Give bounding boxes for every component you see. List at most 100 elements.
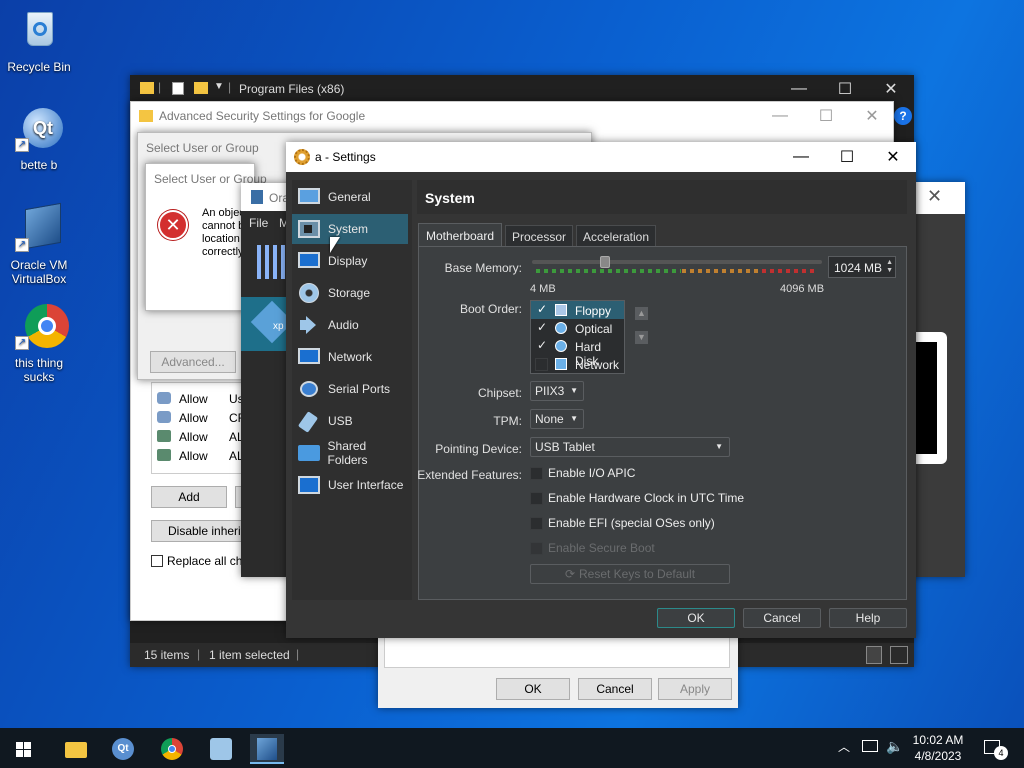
boot-checkbox[interactable] bbox=[535, 358, 548, 371]
status-item-count: 15 items bbox=[144, 648, 190, 662]
menu-file[interactable]: File bbox=[249, 216, 268, 230]
tab-acceleration[interactable]: Acceleration bbox=[576, 225, 656, 247]
nav-general[interactable]: General bbox=[292, 182, 408, 212]
close-button[interactable]: ✕ bbox=[870, 143, 916, 171]
taskbar-chrome[interactable] bbox=[155, 734, 189, 764]
tab-label: Acceleration bbox=[582, 229, 650, 244]
tools-icon[interactable] bbox=[257, 245, 285, 279]
nav-serial-ports[interactable]: Serial Ports bbox=[292, 374, 408, 404]
desktop-icon-chrome[interactable]: ↗ this thing sucks bbox=[4, 304, 74, 384]
desktop-icon-virtualbox[interactable]: ↗ Oracle VM VirtualBox bbox=[4, 202, 74, 286]
taskbar-clock[interactable]: 10:02 AM 4/8/2023 bbox=[906, 732, 970, 764]
close-icon[interactable]: ✕ bbox=[927, 186, 942, 207]
add-button[interactable]: Add bbox=[151, 486, 227, 508]
pointing-device-select[interactable]: USB Tablet ▼ bbox=[530, 437, 730, 457]
chip-icon bbox=[296, 219, 320, 239]
chipset-select[interactable]: PIIX3 ▼ bbox=[530, 381, 584, 401]
secure-boot-checkbox: Enable Secure Boot bbox=[530, 541, 655, 555]
action-center-button[interactable]: 4 bbox=[984, 738, 1008, 760]
chipset-label: Chipset: bbox=[477, 386, 522, 400]
maximize-button[interactable]: ☐ bbox=[824, 143, 870, 171]
network-status-icon[interactable] bbox=[862, 740, 878, 752]
minimize-button[interactable]: — bbox=[757, 102, 803, 130]
utc-clock-checkbox[interactable]: Enable Hardware Clock in UTC Time bbox=[530, 491, 744, 505]
tab-processor[interactable]: Processor bbox=[505, 225, 573, 247]
nav-user-interface[interactable]: User Interface bbox=[292, 470, 408, 500]
chipset-value: PIIX3 bbox=[535, 384, 565, 398]
disk-icon bbox=[296, 283, 320, 303]
nav-usb[interactable]: USB bbox=[292, 406, 408, 436]
desktop-icon-label: Oracle VM VirtualBox bbox=[10, 258, 68, 286]
tiles-view-icon[interactable] bbox=[890, 646, 908, 664]
chevron-down-icon: ▼ bbox=[570, 414, 578, 423]
boot-item-network[interactable]: Network bbox=[531, 355, 624, 373]
advanced-button[interactable]: Advanced... bbox=[150, 351, 236, 373]
boot-item-optical[interactable]: ✓ Optical bbox=[531, 319, 624, 337]
entry-type: Allow bbox=[179, 411, 208, 425]
boot-item-label: Optical bbox=[575, 322, 613, 336]
check-icon: ✓ bbox=[537, 320, 548, 334]
cancel-button[interactable]: Cancel bbox=[578, 678, 652, 700]
maximize-button[interactable]: ☐ bbox=[803, 102, 849, 130]
efi-checkbox[interactable]: Enable EFI (special OSes only) bbox=[530, 516, 715, 530]
taskbar-virtualbox[interactable] bbox=[250, 734, 284, 764]
memory-value: 1024 MB bbox=[834, 261, 883, 275]
status-selected: 1 item selected bbox=[209, 648, 290, 662]
nav-shared-folders[interactable]: Shared Folders bbox=[292, 438, 408, 468]
volume-muted-icon[interactable]: 🔈 bbox=[886, 738, 903, 755]
minimize-button[interactable]: — bbox=[778, 143, 824, 171]
memory-spinbox[interactable]: 1024 MB ▲ ▼ bbox=[828, 256, 896, 278]
taskbar-qt[interactable]: Qt bbox=[106, 734, 140, 764]
nav-system[interactable]: System bbox=[292, 214, 408, 244]
qt-icon: Qt ↗ bbox=[15, 106, 63, 154]
pointing-device-label: Pointing Device: bbox=[435, 442, 522, 456]
minimize-button[interactable]: — bbox=[776, 75, 822, 103]
error-icon: ✕ bbox=[158, 210, 188, 240]
checkbox[interactable] bbox=[530, 466, 543, 480]
move-up-button[interactable]: ▲ bbox=[635, 307, 648, 320]
start-button[interactable] bbox=[6, 734, 40, 764]
ok-button[interactable]: OK bbox=[496, 678, 570, 700]
cancel-button[interactable]: Cancel bbox=[743, 608, 821, 628]
boot-item-label: Network bbox=[575, 358, 620, 372]
io-apic-checkbox[interactable]: Enable I/O APIC bbox=[530, 466, 635, 480]
desktop-icon-qt[interactable]: Qt ↗ bette b bbox=[4, 106, 74, 172]
taskbar-control-panel[interactable] bbox=[204, 734, 238, 764]
nav-display[interactable]: Display bbox=[292, 246, 408, 276]
tpm-select[interactable]: None ▼ bbox=[530, 409, 584, 429]
gear-icon bbox=[294, 149, 310, 165]
move-down-button[interactable]: ▼ bbox=[635, 331, 648, 344]
desktop-icon-recycle-bin[interactable]: Recycle Bin bbox=[4, 8, 74, 74]
close-button[interactable]: ✕ bbox=[868, 75, 914, 103]
help-icon[interactable]: ? bbox=[894, 107, 912, 125]
taskbar-file-explorer[interactable] bbox=[58, 734, 92, 764]
desktop-icon-label: Recycle Bin bbox=[7, 60, 71, 74]
replace-all-checkbox[interactable] bbox=[151, 555, 163, 567]
show-hidden-icons[interactable]: ︿ bbox=[838, 738, 850, 755]
nav-label: General bbox=[328, 190, 371, 204]
help-button[interactable]: Help bbox=[829, 608, 907, 628]
checkbox[interactable] bbox=[530, 516, 543, 530]
details-view-icon[interactable] bbox=[866, 646, 882, 664]
checkbox[interactable] bbox=[530, 491, 543, 505]
memory-slider[interactable] bbox=[532, 256, 822, 278]
pointing-device-value: USB Tablet bbox=[535, 440, 595, 454]
spin-arrows-icon[interactable]: ▲ ▼ bbox=[886, 259, 893, 275]
nav-storage[interactable]: Storage bbox=[292, 278, 408, 308]
maximize-button[interactable]: ☐ bbox=[822, 75, 868, 103]
display-icon bbox=[296, 251, 320, 271]
memory-min-label: 4 MB bbox=[530, 283, 556, 295]
tab-motherboard[interactable]: Motherboard bbox=[418, 223, 502, 247]
ok-button[interactable]: OK bbox=[657, 608, 735, 628]
boot-item-floppy[interactable]: ✓ Floppy bbox=[531, 301, 624, 319]
serial-port-icon bbox=[296, 379, 320, 399]
slider-handle[interactable] bbox=[600, 256, 610, 268]
nav-network[interactable]: Network bbox=[292, 342, 408, 372]
apply-button[interactable]: Apply bbox=[658, 678, 732, 700]
chevron-down-icon[interactable]: ▼ bbox=[214, 81, 224, 92]
floppy-icon bbox=[555, 304, 567, 316]
checkbox-icon bbox=[172, 82, 184, 95]
boot-item-hard-disk[interactable]: ✓ Hard Disk bbox=[531, 337, 624, 368]
close-button[interactable]: ✕ bbox=[849, 102, 895, 130]
nav-audio[interactable]: Audio bbox=[292, 310, 408, 340]
